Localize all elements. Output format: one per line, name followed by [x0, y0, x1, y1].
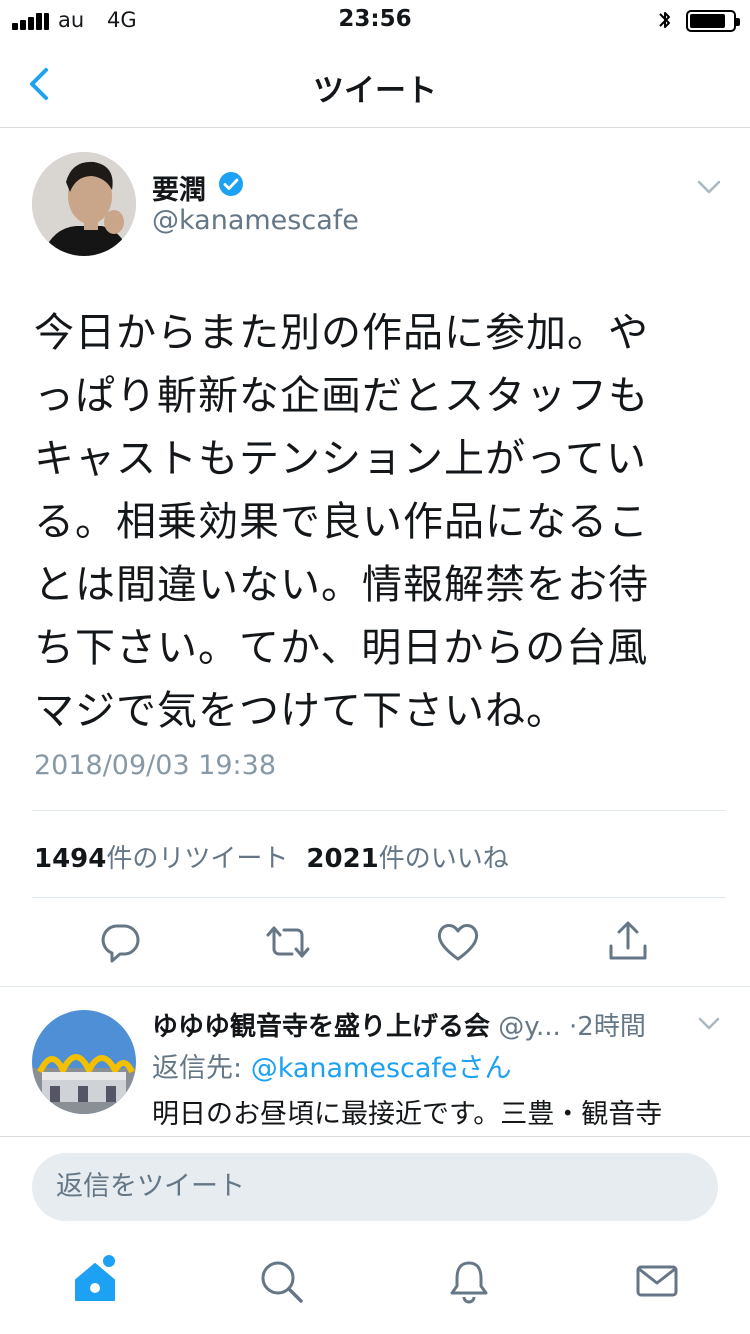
- share-icon[interactable]: [604, 918, 652, 966]
- bluetooth-icon: [659, 12, 670, 28]
- divider: [32, 897, 726, 898]
- avatar[interactable]: [32, 152, 136, 256]
- heart-icon[interactable]: [434, 918, 482, 966]
- page-title: ツイート: [313, 73, 437, 109]
- tweet-text-line: とは間違いない。情報解禁をお待: [34, 562, 649, 608]
- messages-icon[interactable]: [634, 1258, 680, 1304]
- tweet-text-line: マジで気をつけて下さいね。: [34, 688, 567, 734]
- like-label: 件のいいね: [378, 844, 509, 874]
- reply-to-label: 返信先:: [152, 1053, 251, 1084]
- reply-text: 明日のお昼頃に最接近です。三豊・観音寺: [152, 1099, 663, 1130]
- tab-bar: [0, 1236, 750, 1334]
- tweet-text-line: ち下さい。てか、明日からの台風: [34, 625, 649, 671]
- notifications-icon[interactable]: [446, 1258, 492, 1304]
- reply-composer: 返信をツイート: [0, 1136, 750, 1236]
- reply-icon[interactable]: [96, 918, 144, 966]
- tweet-text-line: る。相乗効果で良い作品になるこ: [34, 499, 649, 545]
- battery-icon: [686, 10, 740, 32]
- verified-badge-icon: [219, 172, 243, 196]
- divider: [32, 810, 726, 811]
- reply-to: 返信先: @kanamescafeさん: [152, 1046, 512, 1085]
- retweet-stat[interactable]: 1494件のリツイート: [34, 844, 288, 874]
- reply-display-name[interactable]: ゆゆゆ観音寺を盛り上げる会: [152, 1012, 490, 1042]
- user-handle[interactable]: @kanamescafe: [152, 205, 359, 236]
- tweet-text: 今日からまた別の作品に参加。や っぱり斬新な企画だとスタッフも キャストもテンシ…: [34, 302, 724, 743]
- reply-to-mention[interactable]: @kanamescafeさん: [251, 1053, 512, 1084]
- retweet-count: 1494: [34, 844, 107, 874]
- new-content-dot: [103, 1255, 115, 1267]
- chevron-down-icon[interactable]: [696, 178, 722, 196]
- reply-avatar[interactable]: [32, 1010, 136, 1114]
- divider: [0, 986, 750, 987]
- reply-time: 2時間: [577, 1012, 646, 1042]
- tweet-text-line: キャストもテンション上がってい: [34, 436, 647, 482]
- retweet-label: 件のリツイート: [106, 844, 289, 874]
- reply-header: ゆゆゆ観音寺を盛り上げる会 @y... ·2時間: [152, 1006, 682, 1043]
- reply-handle[interactable]: @y...: [498, 1012, 560, 1042]
- like-count: 2021: [306, 844, 379, 874]
- chevron-down-icon[interactable]: [698, 1016, 720, 1032]
- tweet-text-line: っぱり斬新な企画だとスタッフも: [34, 373, 649, 419]
- like-stat[interactable]: 2021件のいいね: [306, 844, 508, 874]
- tweet-timestamp: 2018/09/03 19:38: [34, 750, 277, 781]
- status-time: 23:56: [338, 6, 412, 32]
- retweet-icon[interactable]: [264, 918, 312, 966]
- tweet-stats: 1494件のリツイート 2021件のいいね: [34, 838, 509, 875]
- nav-bar: ツイート: [0, 40, 750, 128]
- tweet-text-line: 今日からまた別の作品に参加。や: [34, 310, 649, 356]
- reply-input[interactable]: 返信をツイート: [32, 1153, 718, 1221]
- status-bar: au 4G 23:56: [0, 0, 750, 40]
- search-icon[interactable]: [258, 1258, 304, 1304]
- display-name[interactable]: 要潤: [152, 168, 206, 207]
